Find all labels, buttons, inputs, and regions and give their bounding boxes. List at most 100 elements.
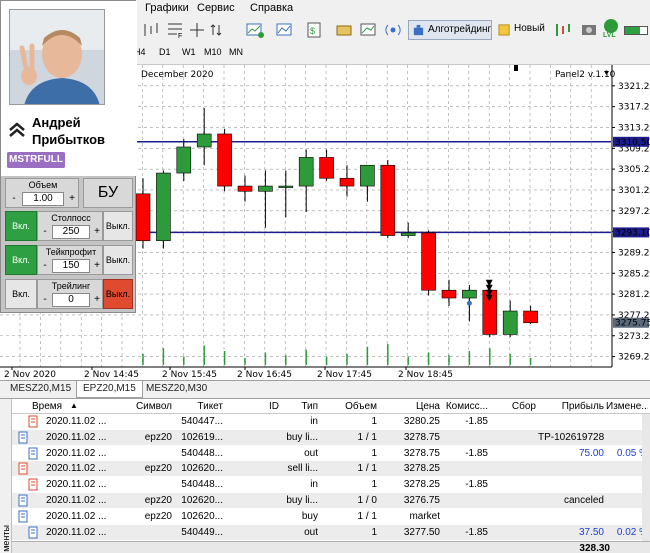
toolbox-side-label[interactable]: менты: [0, 399, 12, 553]
column-header-type[interactable]: Тип: [282, 401, 318, 412]
table-row[interactable]: 2020.11.02 ... 540447... in 1 3280.25 -1.85: [12, 414, 650, 429]
candle-body[interactable]: [156, 172, 171, 242]
candle-body[interactable]: [278, 185, 294, 188]
crosshair-icon[interactable]: [186, 20, 208, 40]
column-header-id[interactable]: ID: [227, 401, 279, 412]
fix-chart-icon[interactable]: F: [164, 20, 186, 40]
cell-ticket: 540448...: [181, 479, 223, 491]
menu-charts[interactable]: Графики: [145, 2, 189, 14]
new-order-button[interactable]: Новый: [496, 20, 546, 40]
table-row[interactable]: 2020.11.02 ... epz20 102620... buy li... 1 /…: [12, 493, 650, 508]
trade-icon[interactable]: [552, 20, 574, 40]
cell-volume: 1: [371, 479, 377, 491]
table-row[interactable]: 2020.11.02 ... epz20 102620... sell li... 1 …: [12, 461, 650, 477]
takeprofit-off-button[interactable]: Выкл.: [103, 245, 133, 275]
time-tick-label: 2 Nov 18:45: [398, 370, 453, 380]
cell-profit: canceled: [563, 495, 604, 506]
volume-input[interactable]: 1.00: [22, 192, 64, 206]
tab-mesz20-m15[interactable]: MESZ20,M15: [4, 381, 77, 398]
stoploss-off-button[interactable]: Выкл.: [103, 211, 133, 241]
stoploss-input[interactable]: 250: [52, 225, 90, 239]
column-header-fee[interactable]: Сбор: [490, 401, 536, 412]
trailing-off-button[interactable]: Выкл.: [103, 279, 133, 309]
camera-icon[interactable]: [578, 20, 600, 40]
candle-body[interactable]: [462, 289, 477, 299]
bar-chart-icon[interactable]: [140, 20, 162, 40]
candle-body[interactable]: [298, 157, 314, 187]
tab-mesz20-m30[interactable]: MESZ20,M30: [140, 381, 213, 398]
candle-body[interactable]: [400, 232, 416, 236]
tf-w1[interactable]: W1: [182, 47, 196, 57]
candle-body[interactable]: [380, 164, 396, 236]
menu-service[interactable]: Сервис: [197, 2, 235, 14]
trailing-increase-button[interactable]: +: [91, 294, 103, 305]
cell-ticket: 540447...: [181, 416, 223, 427]
cell-ticket: 102620...: [181, 510, 223, 522]
candle-body[interactable]: [421, 232, 436, 291]
market-watch-icon[interactable]: [334, 20, 356, 40]
trailing-decrease-button[interactable]: -: [39, 294, 51, 305]
tab-epz20-m15[interactable]: EPZ20,M15: [76, 381, 143, 398]
stoploss-decrease-button[interactable]: -: [39, 226, 51, 237]
takeprofit-decrease-button[interactable]: -: [39, 260, 51, 271]
column-header-symbol[interactable]: Символ: [122, 401, 172, 412]
candle-body[interactable]: [360, 164, 375, 187]
template-icon[interactable]: [274, 20, 296, 40]
trailing-input[interactable]: 0: [52, 293, 90, 307]
takeprofit-input[interactable]: 150: [52, 259, 90, 273]
table-row[interactable]: 2020.11.02 ... 540448... in 1 3278.25 -1.85: [12, 477, 650, 492]
table-scrollbar[interactable]: [642, 414, 650, 541]
candle-body[interactable]: [258, 185, 273, 192]
candle-body[interactable]: [176, 146, 192, 174]
menu-help[interactable]: Справка: [250, 2, 293, 14]
cell-price: market: [409, 510, 440, 522]
table-row[interactable]: 2020.11.02 ... epz20 102619... buy li... 1 /…: [12, 429, 650, 445]
cell-time: 2020.11.02 ...: [46, 416, 107, 427]
time-tick-label: 2 Nov 14:45: [84, 370, 139, 380]
breakeven-button[interactable]: БУ: [83, 178, 133, 208]
tf-m10[interactable]: M10: [204, 47, 222, 57]
column-header-price[interactable]: Цена: [382, 401, 440, 412]
table-row[interactable]: 2020.11.02 ... 540449... out 1 3277.50 -1.85 3…: [12, 524, 650, 540]
cell-price: 3278.25: [403, 463, 440, 475]
lvl-indicator[interactable]: LVL: [600, 19, 622, 41]
takeprofit-on-button[interactable]: Вкл.: [5, 245, 37, 275]
stoploss-increase-button[interactable]: +: [91, 226, 103, 237]
signals-icon[interactable]: [382, 20, 404, 40]
algo-trading-button[interactable]: Алготрейдинг: [408, 20, 492, 40]
candle-body[interactable]: [237, 185, 253, 192]
cell-time: 2020.11.02 ...: [46, 479, 107, 491]
column-header-commission[interactable]: Комисс...: [442, 401, 488, 412]
volume-increase-button[interactable]: +: [66, 193, 78, 204]
trailing-label: Трейлинг: [51, 281, 91, 291]
tf-mn[interactable]: MN: [229, 47, 243, 57]
volume-decrease-button[interactable]: -: [8, 193, 20, 204]
table-row[interactable]: 2020.11.02 ... epz20 102620... buy 1 / 1 mark…: [12, 509, 650, 524]
current-price-label: 3275.75: [615, 319, 650, 329]
trailing-on-button[interactable]: Вкл.: [5, 279, 37, 309]
column-header-volume[interactable]: Объем: [322, 401, 377, 412]
column-header-ticket[interactable]: Тикет: [175, 401, 223, 412]
candle-body[interactable]: [196, 133, 212, 148]
price-tick-label: 3297.25: [618, 207, 650, 217]
candle-body[interactable]: [217, 133, 232, 187]
candle-body[interactable]: [339, 177, 355, 187]
arrows-icon[interactable]: [208, 20, 230, 40]
column-header-profit[interactable]: Прибыль: [538, 401, 604, 412]
table-row[interactable]: 2020.11.02 ... 540448... out 1 3278.75 -1.85 7…: [12, 446, 650, 461]
chart-settings-icon[interactable]: [358, 20, 380, 40]
cell-time: 2020.11.02 ...: [46, 495, 107, 506]
cell-ticket: 102619...: [181, 431, 223, 443]
stoploss-on-button[interactable]: Вкл.: [5, 211, 37, 241]
deal-out-icon: [28, 415, 38, 428]
takeprofit-increase-button[interactable]: +: [91, 260, 103, 271]
strategy-tester-icon[interactable]: $: [304, 20, 326, 40]
candle-body[interactable]: [319, 157, 334, 179]
candle-body[interactable]: [523, 310, 538, 324]
column-header-change[interactable]: Измене...: [606, 401, 648, 412]
candle-body[interactable]: [502, 310, 518, 335]
tf-d1[interactable]: D1: [159, 47, 171, 57]
new-chart-icon[interactable]: [244, 20, 266, 40]
candle-body[interactable]: [441, 289, 457, 299]
candle-body[interactable]: [135, 193, 151, 242]
